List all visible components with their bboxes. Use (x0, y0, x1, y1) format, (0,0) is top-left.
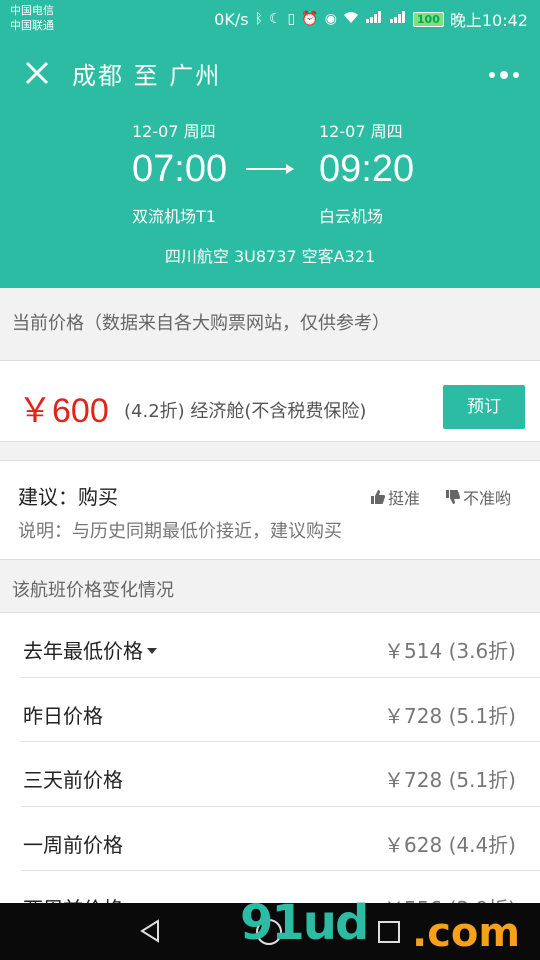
book-button[interactable]: 预订 (443, 385, 525, 429)
more-dots-icon[interactable] (488, 62, 520, 82)
price-card: ￥600 (4.2折) 经济舱(不含税费保险) 预订 (0, 360, 540, 442)
departure-airport: 双流机场T1 (132, 207, 216, 226)
flight-info: 四川航空 3U8737 空客A321 (164, 247, 376, 266)
vibrate-icon: ▯ (287, 11, 296, 27)
page-title: 成都 至 广州 (72, 62, 222, 90)
signal-icon (365, 10, 383, 28)
nav-back-icon[interactable] (138, 919, 162, 943)
status-icons: 0K/s ᛒ ☾ ▯ ⏰ ◉ 100 晚上10:42 (214, 7, 528, 31)
history-label: 三天前价格 (23, 768, 123, 792)
history-label: 一周前价格 (23, 832, 123, 857)
site-watermark-logo: 91ud .com (240, 893, 540, 960)
network-speed: 0K/s (214, 9, 249, 29)
eye-icon: ◉ (324, 11, 337, 27)
arrival-block: 12-07 周四 09:20 白云机场 (319, 118, 414, 227)
watermark-digits: 91ud (240, 895, 369, 951)
vote-inaccurate-label: 不准哟 (463, 489, 512, 508)
price-section-heading: 当前价格（数据来自各大购票网站，仅供参考） (0, 288, 540, 360)
thumbs-down-icon (445, 489, 461, 505)
signal-icon-2 (389, 10, 407, 28)
flight-header: 中国电信 中国联通 0K/s ᛒ ☾ ▯ ⏰ ◉ 100 晚上10:42 成都 … (0, 0, 540, 288)
arrival-airport: 白云机场 (319, 207, 384, 226)
price-detail: (4.2折) 经济舱(不含税费保险) (124, 401, 367, 422)
battery-icon: 100 (412, 11, 444, 27)
moon-icon: ☾ (268, 11, 282, 27)
advice-title: 建议：购买 (18, 485, 118, 509)
history-value: ￥514 (3.6折) (384, 639, 516, 663)
history-row-three-days: 三天前价格 ￥728 (5.1折) (21, 742, 540, 807)
history-heading: 该航班价格变化情况 (0, 560, 540, 612)
history-row-yesterday: 昨日价格 ￥728 (5.1折) (21, 678, 540, 742)
bluetooth-icon: ᛒ (254, 11, 263, 27)
advice-description: 说明：与历史同期最低价接近，建议购买 (18, 521, 342, 542)
history-label: 去年最低价格 (23, 639, 143, 663)
history-value: ￥728 (5.1折) (384, 768, 516, 792)
history-label: 昨日价格 (23, 703, 103, 728)
advice-card: 建议：购买 挺准 不准哟 说明：与历史同期最低价接近，建议购买 (0, 460, 540, 560)
departure-time: 07:00 (132, 148, 228, 190)
watermark-suffix: .com (412, 910, 521, 956)
history-value: ￥628 (4.4折) (384, 832, 516, 857)
wifi-icon (343, 10, 359, 28)
history-row-last-year[interactable]: 去年最低价格 ￥514 (3.6折) (21, 613, 540, 678)
departure-date: 12-07 周四 (132, 122, 216, 141)
carrier-1: 中国电信 (10, 4, 54, 17)
arrival-date: 12-07 周四 (319, 122, 403, 141)
history-row-one-week: 一周前价格 ￥628 (4.4折) (21, 807, 540, 871)
dropdown-caret-icon[interactable] (147, 648, 157, 654)
vote-inaccurate-button[interactable]: 不准哟 (445, 485, 511, 509)
status-bar: 中国电信 中国联通 0K/s ᛒ ☾ ▯ ⏰ ◉ 100 晚上10:42 (0, 0, 540, 38)
clock: 晚上10:42 (449, 11, 528, 30)
close-icon[interactable] (20, 56, 54, 90)
thumbs-up-icon (370, 489, 386, 505)
history-value: ￥728 (5.1折) (384, 703, 516, 728)
vote-accurate-button[interactable]: 挺准 (370, 485, 420, 509)
carrier-2: 中国联通 (10, 19, 54, 32)
vote-accurate-label: 挺准 (388, 489, 421, 508)
title-bar: 成都 至 广州 (0, 46, 540, 100)
arrival-time: 09:20 (319, 148, 415, 190)
departure-block: 12-07 周四 07:00 双流机场T1 (132, 118, 227, 227)
carrier-info: 中国电信 中国联通 (10, 3, 54, 33)
price-amount: ￥600 (18, 392, 109, 430)
price-history-list: 去年最低价格 ￥514 (3.6折) 昨日价格 ￥728 (5.1折) 三天前价… (0, 612, 540, 936)
alarm-icon: ⏰ (301, 11, 319, 27)
arrow-right-icon (246, 164, 294, 174)
